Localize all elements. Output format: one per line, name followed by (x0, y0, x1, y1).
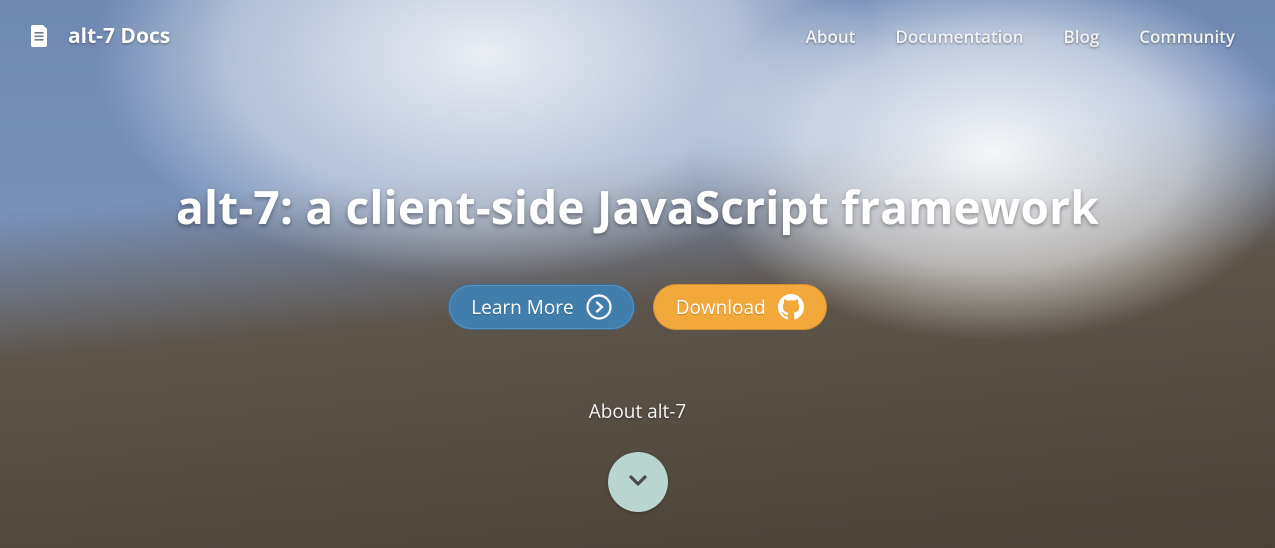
brand-title: alt-7 Docs (68, 22, 170, 50)
cta-row: Learn More Download (0, 284, 1275, 330)
arrow-right-circle-icon (586, 294, 612, 320)
hero-section: alt-7 Docs About Documentation Blog Comm… (0, 0, 1275, 548)
brand[interactable]: alt-7 Docs (30, 22, 170, 50)
download-label: Download (676, 294, 766, 320)
hero-headline: alt-7: a client-side JavaScript framewor… (0, 176, 1275, 238)
download-button[interactable]: Download (653, 284, 827, 330)
about-label: About alt-7 (0, 398, 1275, 424)
topbar: alt-7 Docs About Documentation Blog Comm… (0, 0, 1275, 72)
github-icon (778, 294, 804, 320)
nav-documentation[interactable]: Documentation (895, 25, 1023, 48)
nav-blog[interactable]: Blog (1064, 25, 1100, 48)
learn-more-button[interactable]: Learn More (448, 284, 634, 330)
chevron-down-icon (624, 466, 652, 499)
document-icon (30, 24, 50, 48)
nav-community[interactable]: Community (1139, 25, 1235, 48)
primary-nav: About Documentation Blog Community (806, 25, 1235, 48)
learn-more-label: Learn More (471, 294, 573, 320)
nav-about[interactable]: About (806, 25, 856, 48)
scroll-down-button[interactable] (608, 452, 668, 512)
